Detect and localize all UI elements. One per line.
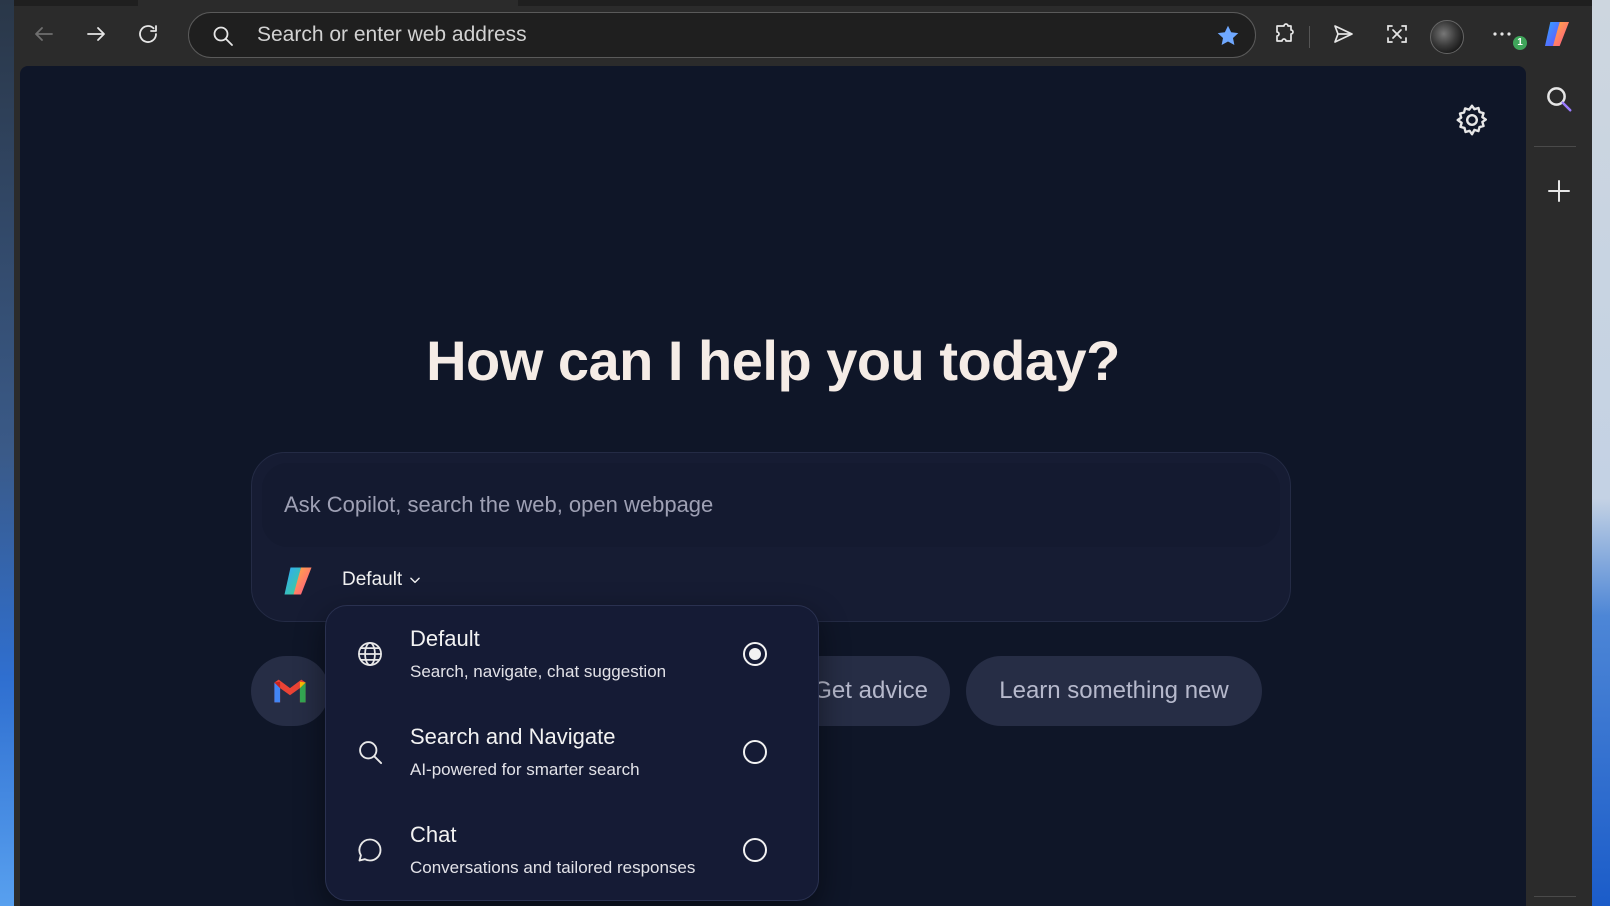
- screenshot-button[interactable]: [1379, 16, 1415, 52]
- extensions-button[interactable]: [1266, 16, 1302, 52]
- learn-something-new-chip[interactable]: Learn something new: [966, 656, 1262, 726]
- puzzle-icon: [1276, 23, 1294, 42]
- right-sidebar: [1526, 66, 1592, 906]
- copilot-button[interactable]: [1539, 16, 1575, 52]
- toolbar-separator: [1309, 26, 1310, 48]
- chip-label: Learn something new: [999, 677, 1229, 704]
- mode-dropdown-label: Default: [342, 569, 403, 590]
- browser-toolbar: 1: [14, 6, 1592, 66]
- chevron-down-icon: [410, 577, 420, 584]
- sidebar-separator: [1534, 146, 1576, 147]
- page-title: How can I help you today?: [426, 329, 1120, 392]
- favorite-star-icon[interactable]: [1215, 23, 1241, 49]
- refresh-icon: [139, 25, 157, 43]
- profile-avatar[interactable]: [1430, 20, 1464, 54]
- settings-gear-icon[interactable]: [1454, 102, 1490, 138]
- address-input[interactable]: [257, 19, 1157, 51]
- gmail-logo-icon: [274, 679, 306, 703]
- desktop-wallpaper-left: [0, 0, 14, 906]
- desktop-wallpaper-right: [1592, 0, 1610, 906]
- copilot-logo-icon: [284, 567, 312, 595]
- mode-option-subtitle: Conversations and tailored responses: [410, 858, 696, 877]
- gmail-shortcut-chip[interactable]: [251, 656, 329, 726]
- mode-option-title: Search and Navigate: [410, 724, 616, 749]
- mode-radio-default[interactable]: [743, 642, 767, 666]
- share-button[interactable]: [1325, 16, 1361, 52]
- arrow-left-icon: [35, 27, 53, 41]
- copilot-new-tab-page: How can I help you today? Default: [20, 66, 1526, 906]
- mode-option-search-navigate[interactable]: Search and Navigate AI-powered for smart…: [326, 704, 818, 800]
- chip-label: Get advice: [813, 677, 928, 704]
- search-icon: [359, 741, 383, 765]
- mode-radio-chat[interactable]: [743, 838, 767, 862]
- refresh-button[interactable]: [130, 16, 166, 52]
- plus-icon[interactable]: [1544, 176, 1574, 206]
- ask-copilot-box: Default: [251, 452, 1291, 622]
- send-icon: [1334, 25, 1353, 43]
- sidebar-separator: [1534, 896, 1576, 897]
- mode-option-chat[interactable]: Chat Conversations and tailored response…: [326, 802, 818, 898]
- mode-option-default[interactable]: Default Search, navigate, chat suggestio…: [326, 606, 818, 702]
- update-badge: 1: [1513, 36, 1527, 50]
- chat-bubble-icon: [358, 838, 382, 862]
- globe-icon: [358, 642, 382, 666]
- search-icon[interactable]: [1544, 84, 1574, 114]
- mode-option-subtitle: Search, navigate, chat suggestion: [410, 662, 667, 681]
- more-dots-icon: [1493, 32, 1511, 36]
- search-icon: [213, 26, 233, 46]
- mode-option-title: Chat: [410, 822, 457, 847]
- ask-copilot-input[interactable]: [284, 487, 1224, 523]
- ask-input-area: [262, 463, 1280, 547]
- copilot-logo-icon: [1545, 22, 1569, 46]
- mode-radio-search-navigate[interactable]: [743, 740, 767, 764]
- mode-dropdown-menu: Default Search, navigate, chat suggestio…: [325, 605, 819, 901]
- forward-button[interactable]: [78, 16, 114, 52]
- back-button[interactable]: [26, 16, 62, 52]
- mode-dropdown-button[interactable]: Default: [342, 565, 422, 595]
- browser-window: 1 How can I help you today?: [14, 0, 1592, 906]
- mode-option-subtitle: AI-powered for smarter search: [410, 760, 640, 779]
- address-bar[interactable]: [188, 12, 1256, 58]
- mode-option-title: Default: [410, 626, 480, 651]
- arrow-right-icon: [87, 27, 105, 41]
- screenshot-icon: [1387, 25, 1407, 43]
